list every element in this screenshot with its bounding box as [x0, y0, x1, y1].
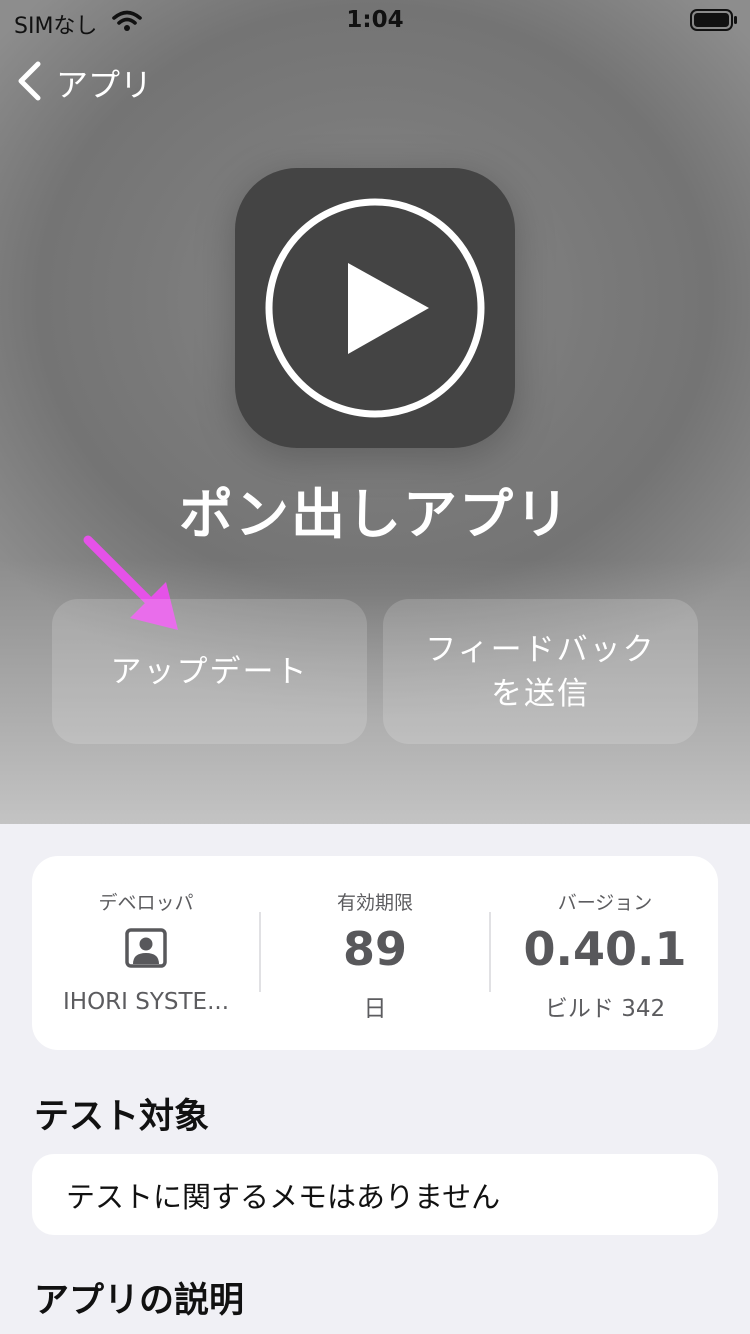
send-feedback-button[interactable]: フィードバック を送信 [383, 599, 698, 744]
test-note-card: テストに関するメモはありません [32, 1154, 718, 1235]
developer-label: デベロッパ [98, 892, 194, 914]
status-bar: SIMなし 1:04 [0, 0, 750, 40]
expiry-days: 89 [342, 922, 407, 976]
app-icon [235, 168, 515, 448]
description-section-title: アプリの説明 [34, 1281, 245, 1321]
developer-column[interactable]: デベロッパ IHORI SYSTE... [32, 856, 260, 1050]
back-button[interactable]: アプリ [16, 60, 152, 106]
update-button[interactable]: アップデート [52, 599, 367, 744]
battery-icon [690, 9, 738, 35]
person-badge-icon [125, 928, 167, 972]
app-info-card: デベロッパ IHORI SYSTE... 有効期限 89 日 バージョン 0.4… [32, 856, 718, 1050]
chevron-left-icon [16, 60, 42, 106]
clock: 1:04 [346, 7, 404, 33]
version-label: バージョン [557, 892, 653, 914]
test-note-text: テストに関するメモはありません [66, 1179, 501, 1214]
version-column[interactable]: バージョン 0.40.1 ビルド 342 [491, 856, 719, 1050]
feedback-label-line2: を送信 [491, 675, 590, 712]
play-circle-icon [265, 198, 485, 418]
feedback-label-line1: フィードバック [425, 631, 656, 668]
version-number: 0.40.1 [523, 922, 687, 976]
expiry-column: 有効期限 89 日 [261, 856, 489, 1050]
test-section-title: テスト対象 [34, 1097, 210, 1137]
expiry-label: 有効期限 [336, 892, 413, 914]
expiry-unit: 日 [363, 996, 387, 1022]
build-number: ビルド 342 [544, 996, 666, 1022]
developer-name: IHORI SYSTE... [62, 989, 230, 1015]
update-button-label: アップデート [110, 653, 309, 690]
back-label: アプリ [56, 66, 153, 104]
